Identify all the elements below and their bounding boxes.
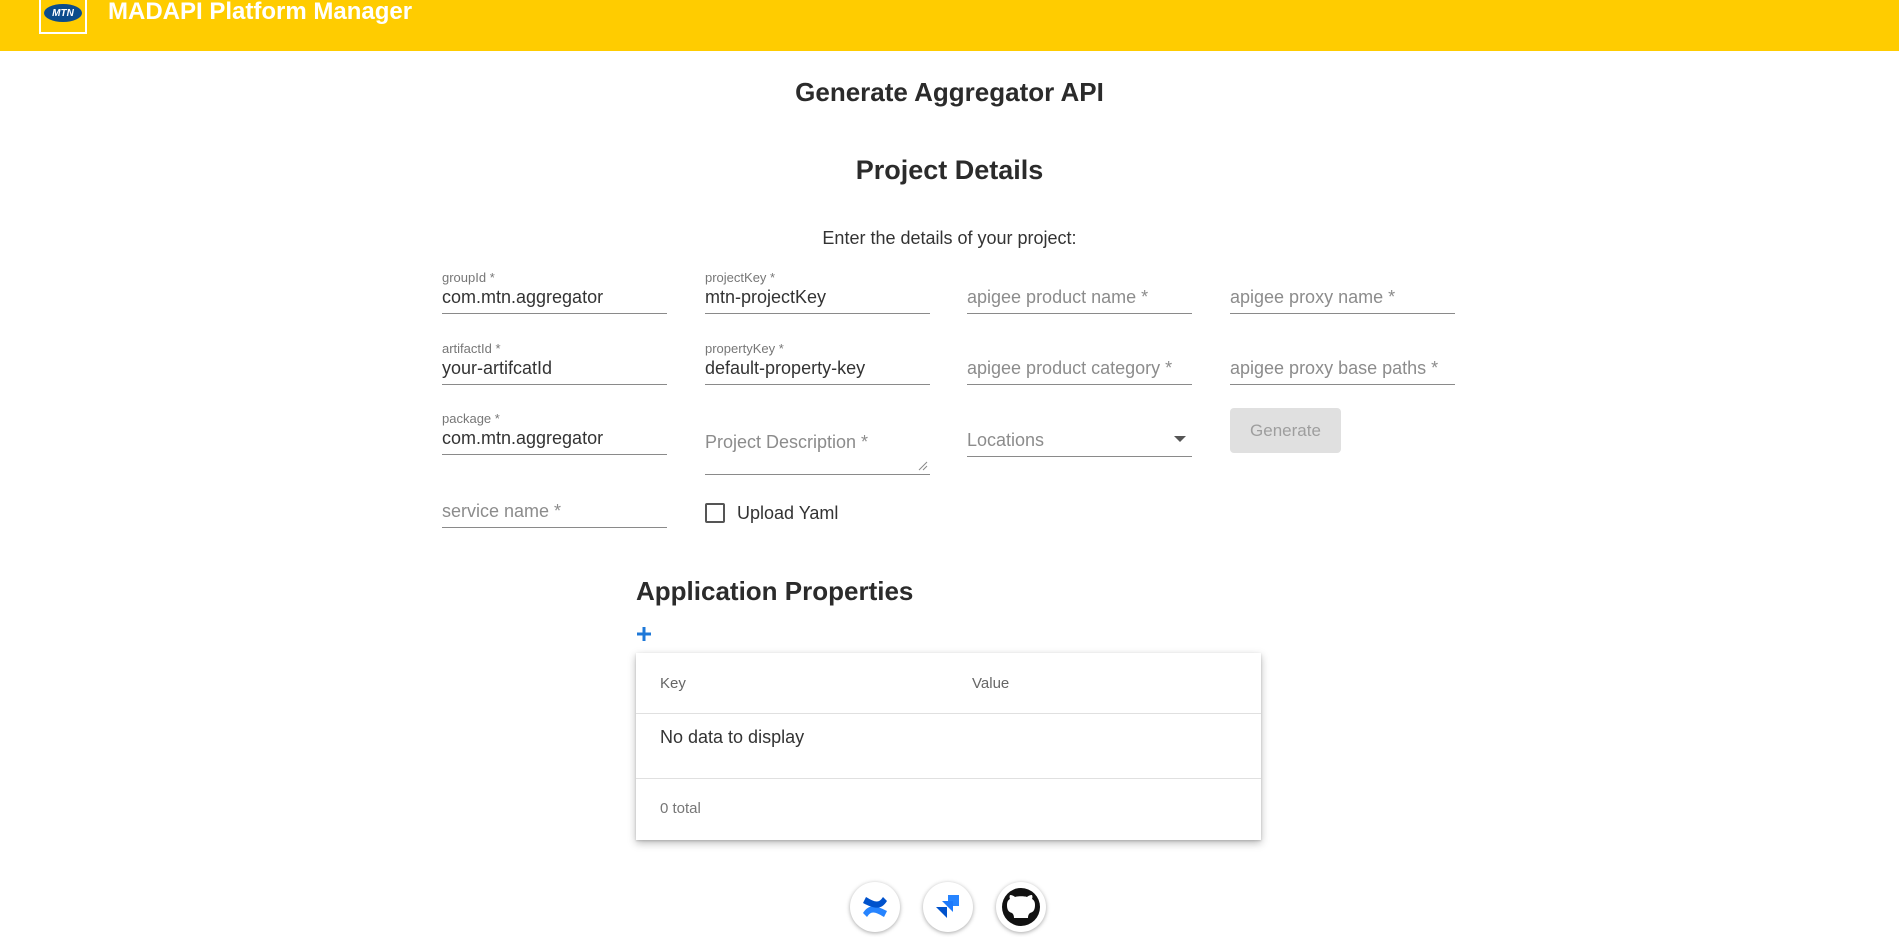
apigee-proxy-name-field[interactable]: apigee proxy name * xyxy=(1230,270,1455,314)
confluence-button[interactable] xyxy=(850,882,900,932)
apigee-proxy-base-paths-placeholder: apigee proxy base paths * xyxy=(1230,358,1439,378)
service-name-field[interactable]: service name * xyxy=(442,484,667,528)
resize-grip-icon[interactable] xyxy=(918,461,928,471)
service-name-placeholder: service name * xyxy=(442,501,562,521)
mtn-logo-mark: MTN xyxy=(42,2,84,24)
projectkey-label: projectKey * xyxy=(705,270,776,285)
groupid-value[interactable]: com.mtn.aggregator xyxy=(442,287,603,308)
apigee-proxy-name-placeholder: apigee proxy name * xyxy=(1230,287,1396,307)
project-description-placeholder: Project Description * xyxy=(705,432,869,452)
projectkey-field[interactable]: projectKey * mtn-projectKey xyxy=(705,270,930,314)
apigee-product-category-placeholder: apigee product category * xyxy=(967,358,1173,378)
apigee-proxy-base-paths-field[interactable]: apigee proxy base paths * xyxy=(1230,341,1455,385)
github-button[interactable] xyxy=(996,882,1046,932)
section-title: Project Details xyxy=(855,155,1044,185)
groupid-label: groupId * xyxy=(442,270,495,285)
page-title: Generate Aggregator API xyxy=(795,77,1104,107)
upload-yaml-label[interactable]: Upload Yaml xyxy=(737,503,838,524)
app-bar: MTN MADAPI Platform Manager xyxy=(0,0,1899,51)
table-total: 0 total xyxy=(660,800,701,817)
chevron-down-icon[interactable] xyxy=(1174,436,1186,442)
package-label: package * xyxy=(442,411,500,426)
apigee-product-name-field[interactable]: apigee product name * xyxy=(967,270,1192,314)
apigee-product-category-field[interactable]: apigee product category * xyxy=(967,341,1192,385)
plus-icon[interactable] xyxy=(636,626,652,642)
propertykey-field[interactable]: propertyKey * default-property-key xyxy=(705,341,930,385)
artifactid-value[interactable]: your-artifcatId xyxy=(442,358,552,379)
jira-button[interactable] xyxy=(923,882,973,932)
projectkey-value[interactable]: mtn-projectKey xyxy=(705,287,826,308)
generate-button[interactable]: Generate xyxy=(1230,408,1341,453)
package-value[interactable]: com.mtn.aggregator xyxy=(442,428,603,449)
upload-yaml-option[interactable]: Upload Yaml xyxy=(705,502,838,524)
column-header-key[interactable]: Key xyxy=(660,675,686,692)
confluence-icon xyxy=(863,897,887,917)
logo-text: MTN xyxy=(52,7,74,19)
github-icon xyxy=(1002,888,1040,926)
package-field[interactable]: package * com.mtn.aggregator xyxy=(442,411,667,455)
artifactid-label: artifactId * xyxy=(442,341,501,356)
column-header-value[interactable]: Value xyxy=(972,675,1009,692)
locations-placeholder: Locations xyxy=(967,430,1045,450)
upload-yaml-checkbox[interactable] xyxy=(705,503,725,523)
propertykey-value[interactable]: default-property-key xyxy=(705,358,865,379)
artifactid-field[interactable]: artifactId * your-artifcatId xyxy=(442,341,667,385)
propertykey-label: propertyKey * xyxy=(705,341,784,356)
apigee-product-name-placeholder: apigee product name * xyxy=(967,287,1149,307)
table-header-row: Key Value xyxy=(636,653,1261,714)
intro-text: Enter the details of your project: xyxy=(822,228,1077,248)
locations-select[interactable]: Locations xyxy=(967,413,1192,457)
jira-icon xyxy=(936,895,959,918)
groupid-field[interactable]: groupId * com.mtn.aggregator xyxy=(442,270,667,314)
app-title: MADAPI Platform Manager xyxy=(108,0,413,25)
properties-table: Key Value No data to display 0 total xyxy=(636,653,1261,840)
project-description-textarea[interactable]: Project Description * xyxy=(705,412,930,475)
application-properties-title: Application Properties xyxy=(636,576,914,606)
empty-message: No data to display xyxy=(660,727,805,747)
mtn-logo: MTN xyxy=(39,0,87,34)
